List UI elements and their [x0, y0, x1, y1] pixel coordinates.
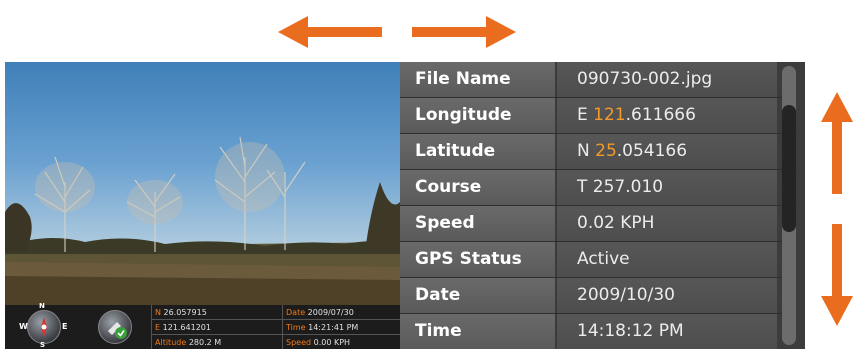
row-label-longitude: Longitude	[400, 98, 556, 133]
gps-date: Date 2009/07/30	[286, 308, 354, 317]
row-value-file-name: 090730-002.jpg	[557, 62, 777, 97]
row-label-course: Course	[400, 170, 556, 205]
row-value-course: T 257.010	[557, 170, 777, 205]
compass-icon	[27, 310, 61, 344]
table-row[interactable]: Latitude N 25.054166	[400, 134, 805, 170]
compass-n: N	[39, 302, 45, 310]
table-row[interactable]: Date 2009/10/30	[400, 278, 805, 314]
table-row[interactable]: Time 14:18:12 PM	[400, 314, 805, 350]
row-value-longitude: E 121.611666	[557, 98, 777, 133]
row-value-time: 14:18:12 PM	[557, 314, 777, 349]
row-label-file-name: File Name	[400, 62, 556, 97]
arrow-left-icon[interactable]	[278, 16, 382, 48]
table-row[interactable]: Longitude E 121.611666	[400, 98, 805, 134]
row-value-gps-status: Active	[557, 242, 777, 277]
landscape-image	[5, 136, 400, 305]
compass-s: S	[40, 341, 46, 349]
arrow-down-icon[interactable]	[821, 224, 853, 326]
gps-altitude: Altitude 280.2 M	[155, 338, 222, 347]
gps-info-bar: N W E S N 26.057915 E 121.641201 Altitud…	[5, 302, 400, 349]
compass-e: E	[62, 322, 68, 331]
row-label-gps-status: GPS Status	[400, 242, 556, 277]
gps-speed: Speed 0.00 KPH	[286, 338, 351, 347]
arrow-up-icon[interactable]	[821, 92, 853, 194]
row-label-date: Date	[400, 278, 556, 313]
gps-time: Time 14:21:41 PM	[286, 323, 359, 332]
row-label-speed: Speed	[400, 206, 556, 241]
gps-satellite-icon	[98, 310, 132, 344]
row-label-time: Time	[400, 314, 556, 349]
row-value-speed: 0.02 KPH	[557, 206, 777, 241]
table-row[interactable]: Speed 0.02 KPH	[400, 206, 805, 242]
table-row[interactable]: File Name 090730-002.jpg	[400, 62, 805, 98]
file-info-table: File Name 090730-002.jpg Longitude E 121…	[400, 62, 805, 349]
arrow-right-icon[interactable]	[412, 16, 516, 48]
compass-w: W	[19, 322, 28, 331]
row-value-date: 2009/10/30	[557, 278, 777, 313]
photo-preview[interactable]: N W E S N 26.057915 E 121.641201 Altitud…	[5, 62, 400, 349]
gps-latitude: N 26.057915	[155, 308, 207, 317]
table-row[interactable]: Course T 257.010	[400, 170, 805, 206]
gps-longitude: E 121.641201	[155, 323, 211, 332]
row-label-latitude: Latitude	[400, 134, 556, 169]
scroll-gutter	[797, 62, 805, 349]
row-value-latitude: N 25.054166	[557, 134, 777, 169]
scrollbar-thumb[interactable]	[782, 105, 796, 232]
table-row[interactable]: GPS Status Active	[400, 242, 805, 278]
